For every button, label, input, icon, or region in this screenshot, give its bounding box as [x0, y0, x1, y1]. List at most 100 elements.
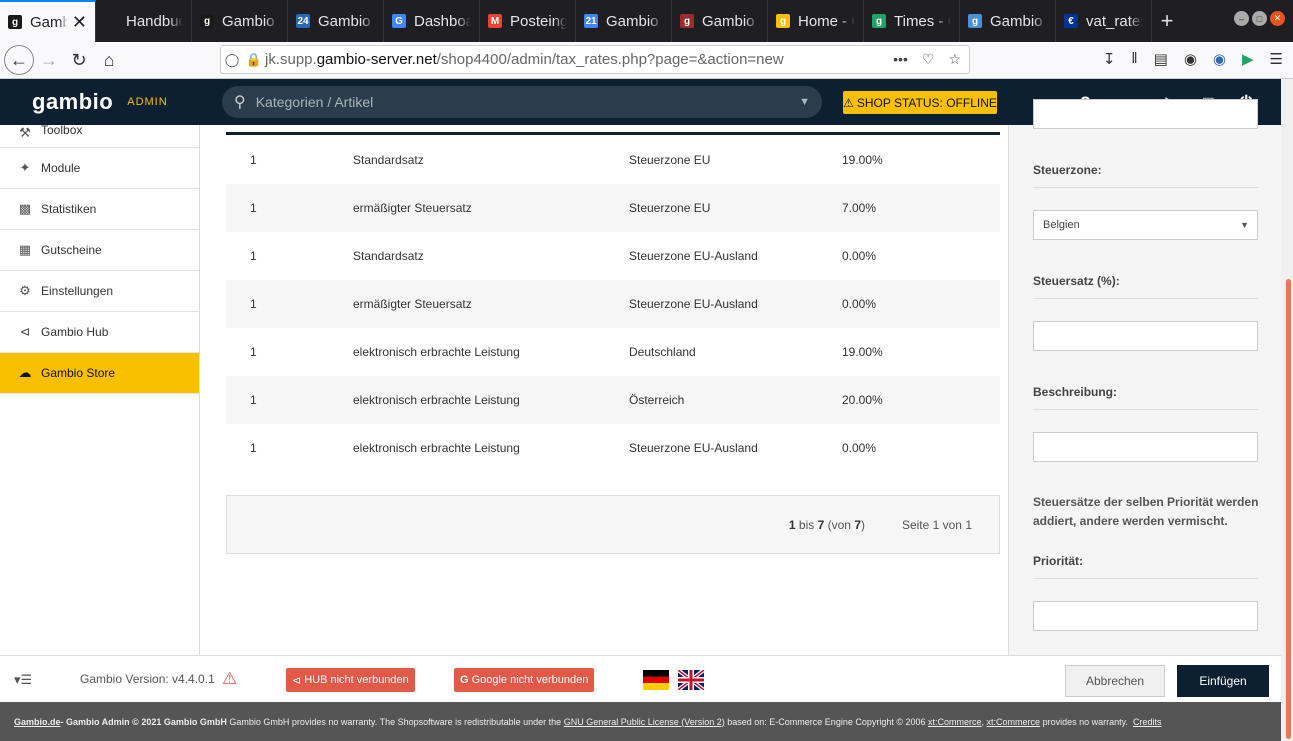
table-row[interactable]: 1 elektronisch erbrachte Leistung Steuerzo…	[226, 424, 1000, 472]
sidebar-item-gutscheine[interactable]: ▦ Gutscheine	[0, 230, 199, 271]
tab-label: Gambio	[990, 12, 1043, 30]
search-input[interactable]: ⚲ Kategorien / Artikel ▼	[222, 86, 822, 118]
table-row[interactable]: 1 ermäßigter Steuersatz Steuerzone EU 7.00%	[226, 184, 1000, 232]
browser-tab[interactable]: g Gambio	[960, 0, 1056, 42]
table-row[interactable]: 1 ermäßigter Steuersatz Steuerzone EU-Ausl…	[226, 280, 1000, 328]
close-tab-icon[interactable]: ✕	[72, 12, 87, 33]
zone-select[interactable]: Belgien ▼	[1033, 210, 1258, 240]
table-row[interactable]: 1 elektronisch erbrachte Leistung Österrei…	[226, 376, 1000, 424]
priority-cell: 1	[250, 153, 257, 167]
page-actions-icon[interactable]: •••	[893, 51, 908, 68]
tab-favicon-icon: g	[776, 14, 790, 28]
gears-icon: ⚙	[19, 283, 31, 298]
warning-icon[interactable]: ⚠	[222, 669, 237, 689]
new-tab-button[interactable]: +	[1152, 0, 1182, 42]
browser-tab[interactable]: Handbuch Gambio	[96, 0, 192, 42]
credits-link[interactable]: Credits	[1133, 717, 1162, 727]
close-window-icon[interactable]: ✕	[1270, 11, 1285, 26]
extension-globe-icon[interactable]: ◉	[1213, 50, 1226, 68]
description-input[interactable]	[1033, 432, 1258, 462]
browser-tab[interactable]: M Posteingang	[480, 0, 576, 42]
browser-tab[interactable]: € vat_rates	[1056, 0, 1152, 42]
tax-class-cell: Standardsatz	[353, 249, 424, 263]
browser-tab[interactable]: 24 Gambio	[288, 0, 384, 42]
google-status-button[interactable]: G Google nicht verbunden	[454, 668, 595, 692]
sidebar-item-module[interactable]: ✦ Module	[0, 148, 199, 189]
tab-label: Dashboard	[414, 12, 471, 30]
gambio-logo[interactable]: gambio	[32, 89, 113, 115]
shop-status-badge[interactable]: ⚠ SHOP STATUS: OFFLINE	[843, 91, 997, 114]
xtcommerce-link[interactable]: xt:Commerce	[928, 717, 982, 727]
maximize-icon[interactable]: □	[1252, 11, 1267, 26]
url-bar[interactable]: ◯ 🔒 jk.supp. gambio-server.net/shop4400/a…	[220, 45, 970, 74]
sidebar-item-label: Toolbox	[41, 123, 83, 137]
tab-label: Gambio	[318, 12, 371, 30]
tab-favicon-icon: €	[1064, 14, 1078, 28]
license-link[interactable]: GNU General Public License (Version 2)	[564, 717, 725, 727]
sidebar-item-statistiken[interactable]: ▩ Statistiken	[0, 189, 199, 230]
description-label: Beschreibung:	[1033, 385, 1258, 410]
extension-play-icon[interactable]: ▶	[1242, 50, 1254, 68]
forward-button[interactable]: →	[34, 45, 64, 75]
xtcommerce-link[interactable]: xt:Commerce	[987, 717, 1041, 727]
rate-input[interactable]	[1033, 321, 1258, 351]
rate-cell: 0.00%	[842, 249, 877, 263]
zone-cell: Steuerzone EU-Ausland	[629, 297, 758, 311]
hamburger-menu-icon[interactable]: ☰	[1270, 50, 1283, 68]
insert-button[interactable]: Einfügen	[1177, 665, 1269, 697]
chevron-down-icon[interactable]: ▼	[799, 96, 810, 108]
insecure-lock-icon: 🔒	[245, 51, 263, 67]
browser-tab[interactable]: g Gambio✕	[0, 0, 96, 42]
tax-class-cell: elektronisch erbrachte Leistung	[353, 345, 520, 359]
puzzle-icon: ✦	[19, 160, 31, 175]
tab-favicon-icon: G	[392, 14, 406, 28]
library-icon[interactable]: ‖	[1131, 50, 1137, 68]
browser-tab[interactable]: g Gambio	[192, 0, 288, 42]
tax-class-cell: ermäßigter Steuersatz	[353, 201, 472, 215]
pocket-icon[interactable]: ♡	[922, 51, 935, 68]
german-flag-icon[interactable]	[643, 670, 669, 690]
gambio-link[interactable]: Gambio.de	[14, 717, 61, 727]
menu-toggle-icon[interactable]: ▾☰	[14, 672, 32, 688]
table-row[interactable]: 1 Standardsatz Steuerzone EU 19.00%	[226, 136, 1000, 184]
sidebar-item-toolbox[interactable]: ⚒ Toolbox	[0, 123, 199, 148]
tax-class-cell: Standardsatz	[353, 153, 424, 167]
tab-label: Home - Gambio	[798, 12, 855, 30]
table-row[interactable]: 1 Standardsatz Steuerzone EU-Ausland 0.00%	[226, 232, 1000, 280]
hub-status-button[interactable]: ⊲ HUB nicht verbunden	[286, 668, 415, 692]
table-row[interactable]: 1 elektronisch erbrachte Leistung Deutschl…	[226, 328, 1000, 376]
home-button[interactable]: ⌂	[94, 45, 124, 75]
sidebar-item-label: Einstellungen	[41, 284, 114, 298]
zone-cell: Deutschland	[629, 345, 696, 359]
browser-tab[interactable]: g Times - Gambio	[864, 0, 960, 42]
browser-tab[interactable]: g Home - Gambio	[768, 0, 864, 42]
back-button[interactable]: ←	[4, 45, 34, 75]
rate-cell: 19.00%	[842, 153, 883, 167]
sidebar-item-gambio-hub[interactable]: ⊲ Gambio Hub	[0, 312, 199, 353]
record-count: 1 bis 7 (von 7)	[788, 518, 865, 532]
google-status-label: Google nicht verbunden	[471, 674, 589, 686]
tax-class-select[interactable]	[1033, 99, 1258, 129]
tab-label: Gambio	[222, 12, 275, 30]
download-icon[interactable]: ↧	[1103, 50, 1116, 68]
priority-input[interactable]	[1033, 601, 1258, 631]
table-header-border	[226, 132, 1000, 135]
bookmark-star-icon[interactable]: ☆	[948, 51, 961, 68]
browser-tab[interactable]: 21 Gambio	[576, 0, 672, 42]
reload-button[interactable]: ↻	[64, 45, 94, 75]
scrollbar-thumb[interactable]	[1286, 279, 1291, 739]
page-scrollbar[interactable]	[1281, 79, 1293, 741]
hub-status-label: HUB nicht verbunden	[304, 674, 409, 686]
cancel-button[interactable]: Abbrechen	[1065, 665, 1165, 697]
minimize-icon[interactable]: –	[1234, 11, 1249, 26]
browser-tab[interactable]: g Gambio	[672, 0, 768, 42]
share-icon: ⊲	[292, 674, 302, 687]
sidebar-item-label: Gambio Store	[41, 366, 116, 380]
uk-flag-icon[interactable]	[678, 670, 704, 690]
browser-tab[interactable]: G Dashboard	[384, 0, 480, 42]
priority-cell: 1	[250, 345, 257, 359]
sidebar-item-einstellungen[interactable]: ⚙ Einstellungen	[0, 271, 199, 312]
sidebar-toggle-icon[interactable]: ▤	[1154, 50, 1168, 68]
account-icon[interactable]: ◉	[1184, 50, 1197, 68]
sidebar-item-gambio-store[interactable]: ☁ Gambio Store	[0, 353, 199, 394]
